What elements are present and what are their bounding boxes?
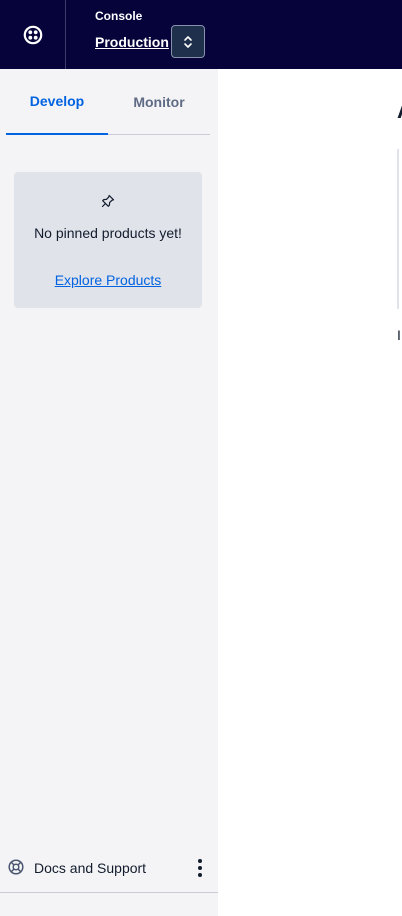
docs-and-support-label[interactable]: Docs and Support	[34, 859, 146, 877]
empty-state-text: No pinned products yet!	[34, 225, 182, 241]
tab-monitor[interactable]: Monitor	[108, 69, 210, 135]
account-name-link[interactable]: Production	[95, 34, 169, 50]
account-switcher: Console	[95, 9, 142, 23]
top-bar: Console Production	[0, 0, 402, 69]
twilio-logo-icon	[23, 25, 42, 44]
sidebar: Develop Monitor No pinned products yet! …	[0, 69, 218, 916]
main-card-edge	[397, 149, 402, 309]
logo-home-link[interactable]	[0, 0, 66, 69]
docs-and-support-row[interactable]: Docs and Support	[0, 842, 218, 893]
chevron-up-down-icon	[184, 35, 192, 48]
account-switch-button[interactable]	[171, 25, 205, 58]
pinned-products-empty-state: No pinned products yet! Explore Products	[14, 172, 202, 308]
sidebar-tabs: Develop Monitor	[6, 69, 210, 135]
pin-icon	[101, 194, 115, 208]
main-heading-fragment: A	[397, 98, 402, 124]
kebab-menu-icon[interactable]	[190, 854, 210, 882]
explore-products-link[interactable]: Explore Products	[14, 270, 202, 290]
main-text-fragment: I	[397, 327, 401, 343]
tab-develop[interactable]: Develop	[6, 69, 108, 135]
lifebuoy-icon	[8, 859, 24, 875]
account-label: Console	[95, 9, 143, 23]
